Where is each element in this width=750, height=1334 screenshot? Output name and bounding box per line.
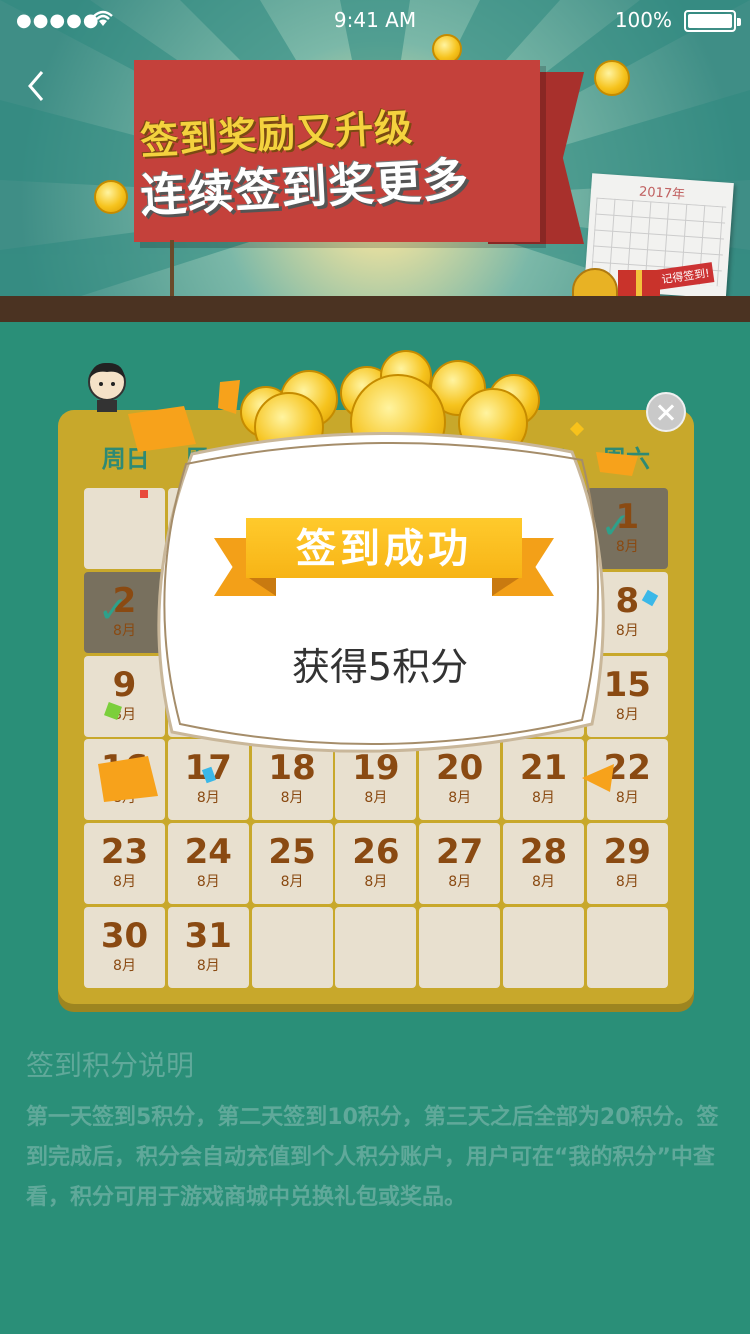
day-month: 8月	[196, 957, 220, 974]
day-number: 26	[352, 832, 400, 873]
success-title: 签到成功	[296, 526, 472, 572]
calendar-day[interactable]: 29 8月	[586, 823, 668, 905]
points-earned-message: 获得5积分	[291, 645, 469, 689]
back-chevron-icon[interactable]	[22, 66, 52, 106]
calendar-day[interactable]: 31 8月	[167, 906, 249, 988]
day-number: 29	[603, 832, 651, 873]
day-month: 8月	[196, 874, 220, 891]
day-month: 8月	[113, 874, 136, 891]
day-number: 28	[519, 832, 568, 873]
calendar-day[interactable]: 26 8月	[335, 823, 417, 905]
calendar-day[interactable]: 23 8月	[84, 823, 165, 905]
calendar-day[interactable]: 25 8月	[251, 823, 333, 905]
check-icon: ✓	[98, 589, 129, 631]
calendar-day[interactable]: 30 8月	[84, 906, 165, 988]
rules-description: 第一天签到5积分，第二天签到10积分，第三天之后全部为20积分。签到完成后，积分…	[26, 1105, 719, 1210]
calendar-day-empty	[419, 906, 501, 988]
day-number: 30	[100, 915, 149, 956]
day-number: 31	[184, 915, 232, 956]
banner-floor	[0, 296, 750, 322]
confetti-piece	[582, 764, 614, 792]
day-month: 8月	[364, 790, 388, 807]
day-number: 25	[268, 832, 316, 873]
rules-title: 签到积分说明	[26, 1049, 195, 1082]
battery-fill	[688, 14, 732, 28]
status-bar: ●●●●● 9:41 AM 100%	[0, 0, 750, 40]
calendar-day-empty	[586, 906, 668, 988]
confetti-piece	[140, 490, 148, 498]
ribbon-pole	[170, 240, 174, 298]
day-number: 27	[436, 832, 484, 873]
day-month: 8月	[615, 874, 639, 891]
calendar-day-empty	[502, 906, 584, 988]
header-banner: 签到奖励又升级 连续签到奖更多 2017年 记得签到! ●●●●● 9:41 A…	[0, 0, 750, 322]
day-month: 8月	[364, 874, 388, 891]
battery-percent: 100%	[614, 8, 672, 32]
calendar-day-empty	[335, 906, 417, 988]
close-button[interactable]	[646, 392, 686, 432]
day-month: 8月	[280, 874, 304, 891]
day-number: 24	[184, 832, 232, 873]
day-month: 8月	[448, 790, 472, 807]
day-month: 8月	[280, 790, 304, 807]
day-month: 8月	[532, 874, 555, 891]
calendar-day-empty	[251, 906, 333, 988]
calendar-day[interactable]: 27 8月	[419, 823, 501, 905]
calendar-day[interactable]: 24 8月	[167, 823, 249, 905]
calendar-day[interactable]: 28 8月	[502, 823, 584, 905]
day-month: 8月	[532, 790, 555, 807]
day-month: 8月	[448, 874, 472, 891]
coin-decoration	[594, 60, 630, 96]
day-month: 8月	[113, 957, 136, 974]
day-number: 23	[100, 832, 149, 873]
coin-decoration	[94, 180, 128, 214]
battery-icon	[684, 10, 741, 32]
success-banner: 签到成功	[214, 518, 554, 598]
day-month: 8月	[196, 790, 220, 807]
